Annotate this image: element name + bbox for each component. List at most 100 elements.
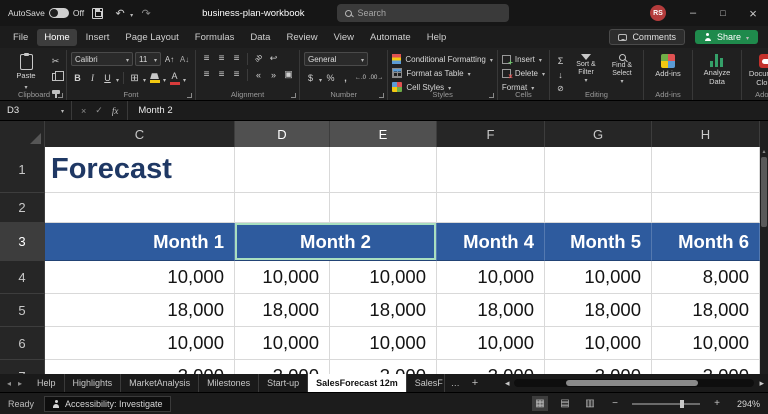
decrease-decimal-button[interactable] [369,72,383,85]
conditional-formatting-button[interactable]: Conditional Formatting [392,53,493,65]
scroll-up-icon[interactable]: ▴ [760,148,768,155]
menu-item-page-layout[interactable]: Page Layout [118,29,185,46]
dialog-launcher-icon[interactable] [291,93,296,98]
orientation-button[interactable] [252,52,265,65]
sheet-tab-help[interactable]: Help [29,374,65,392]
column-header-f[interactable]: F [437,121,545,147]
font-color-button[interactable] [168,72,181,85]
cell[interactable]: 10,000 [437,327,545,360]
sheet-tab-startup[interactable]: Start-up [259,374,309,392]
cell[interactable] [437,147,545,193]
borders-button[interactable] [128,72,141,85]
cell[interactable]: 18,000 [45,294,235,327]
cell[interactable] [235,147,330,193]
accessibility-button[interactable]: Accessibility: Investigate [44,395,171,412]
cell[interactable] [330,147,437,193]
align-top-button[interactable] [200,52,213,65]
decrease-indent-button[interactable] [252,68,265,81]
cell[interactable]: 18,000 [545,294,652,327]
menu-item-file[interactable]: File [6,29,35,46]
fill-color-button[interactable] [148,72,161,85]
cell[interactable] [437,193,545,223]
cell[interactable]: 18,000 [235,294,330,327]
increase-decimal-button[interactable] [354,72,367,85]
cell[interactable]: 18,000 [437,294,545,327]
cell[interactable] [652,193,760,223]
autosum-button[interactable] [554,54,567,67]
align-left-button[interactable] [200,68,213,81]
name-box[interactable]: D3 [0,101,72,120]
copy-button[interactable] [49,70,64,83]
cell[interactable]: 10,000 [545,261,652,294]
normal-view-button[interactable] [532,396,548,411]
increase-font-button[interactable] [163,53,176,66]
align-bottom-button[interactable] [230,52,243,65]
fill-chevron-icon[interactable] [163,69,166,87]
redo-button[interactable] [136,3,156,23]
dialog-launcher-icon[interactable] [58,93,63,98]
zoom-slider[interactable] [632,399,700,408]
next-sheet-icon[interactable] [18,379,22,388]
row-header-2[interactable]: 2 [0,193,45,223]
cancel-entry-button[interactable] [81,106,86,116]
menu-item-review[interactable]: Review [279,29,324,46]
undo-chevron-down-icon[interactable] [130,4,133,22]
decrease-font-button[interactable] [178,53,191,66]
page-layout-view-button[interactable] [557,396,573,411]
row-header-3[interactable]: 3 [0,223,45,261]
cell[interactable]: 10,000 [652,327,760,360]
close-button[interactable] [738,0,768,26]
increase-indent-button[interactable] [267,68,280,81]
cell[interactable]: 10,000 [330,261,437,294]
cell[interactable]: 10,000 [45,327,235,360]
cell-c1-title[interactable]: Forecast [45,147,235,193]
add-sheet-button[interactable] [466,374,484,392]
cell-month-6[interactable]: Month 6 [652,223,760,261]
menu-item-automate[interactable]: Automate [363,29,418,46]
currency-chevron-icon[interactable] [319,69,322,87]
column-header-d[interactable]: D [235,121,330,147]
zoom-out-button[interactable] [607,396,623,411]
cell[interactable]: 10,000 [45,261,235,294]
cell[interactable]: 3,000 [235,360,330,374]
cell[interactable]: 3,000 [437,360,545,374]
dialog-launcher-icon[interactable] [488,93,494,98]
document-cloud-button[interactable]: Document Cloud [746,52,768,87]
vertical-scrollbar[interactable]: ▴ [760,121,768,374]
menu-item-data[interactable]: Data [243,29,277,46]
select-all-button[interactable] [0,121,45,147]
bold-button[interactable] [71,72,84,85]
save-button[interactable] [87,3,107,23]
sheet-tab-milestones[interactable]: Milestones [199,374,260,392]
menu-item-help[interactable]: Help [420,29,454,46]
comments-button[interactable]: Comments [609,29,685,45]
scroll-left-icon[interactable] [505,378,510,389]
undo-button[interactable] [110,3,130,23]
underline-chevron-icon[interactable] [116,69,119,87]
insert-function-button[interactable]: fx [112,106,119,116]
cell[interactable] [330,193,437,223]
cell[interactable] [545,193,652,223]
row-header-5[interactable]: 5 [0,294,45,327]
sheet-tab-highlights[interactable]: Highlights [65,374,122,392]
wrap-text-button[interactable] [267,52,280,65]
format-as-table-button[interactable]: Format as Table [392,67,493,79]
sort-filter-button[interactable]: Sort & Filter [569,52,603,95]
font-color-chevron-icon[interactable] [183,69,186,87]
cell[interactable]: 3,000 [330,360,437,374]
menu-item-formulas[interactable]: Formulas [188,29,242,46]
cell[interactable]: 10,000 [545,327,652,360]
active-cell-month-2[interactable]: Month 2 [235,223,437,261]
cell-month-5[interactable]: Month 5 [545,223,652,261]
borders-chevron-icon[interactable] [143,69,146,87]
cell-month-1[interactable]: Month 1 [45,223,235,261]
number-format-select[interactable]: General [304,52,368,66]
merge-center-button[interactable] [282,68,295,81]
autosave-toggle[interactable] [48,8,69,18]
zoom-level[interactable]: 294% [734,399,760,409]
cell[interactable]: 3,000 [545,360,652,374]
cell[interactable] [45,193,235,223]
cut-button[interactable] [49,55,62,68]
cell[interactable]: 3,000 [45,360,235,374]
zoom-in-button[interactable] [709,396,725,411]
